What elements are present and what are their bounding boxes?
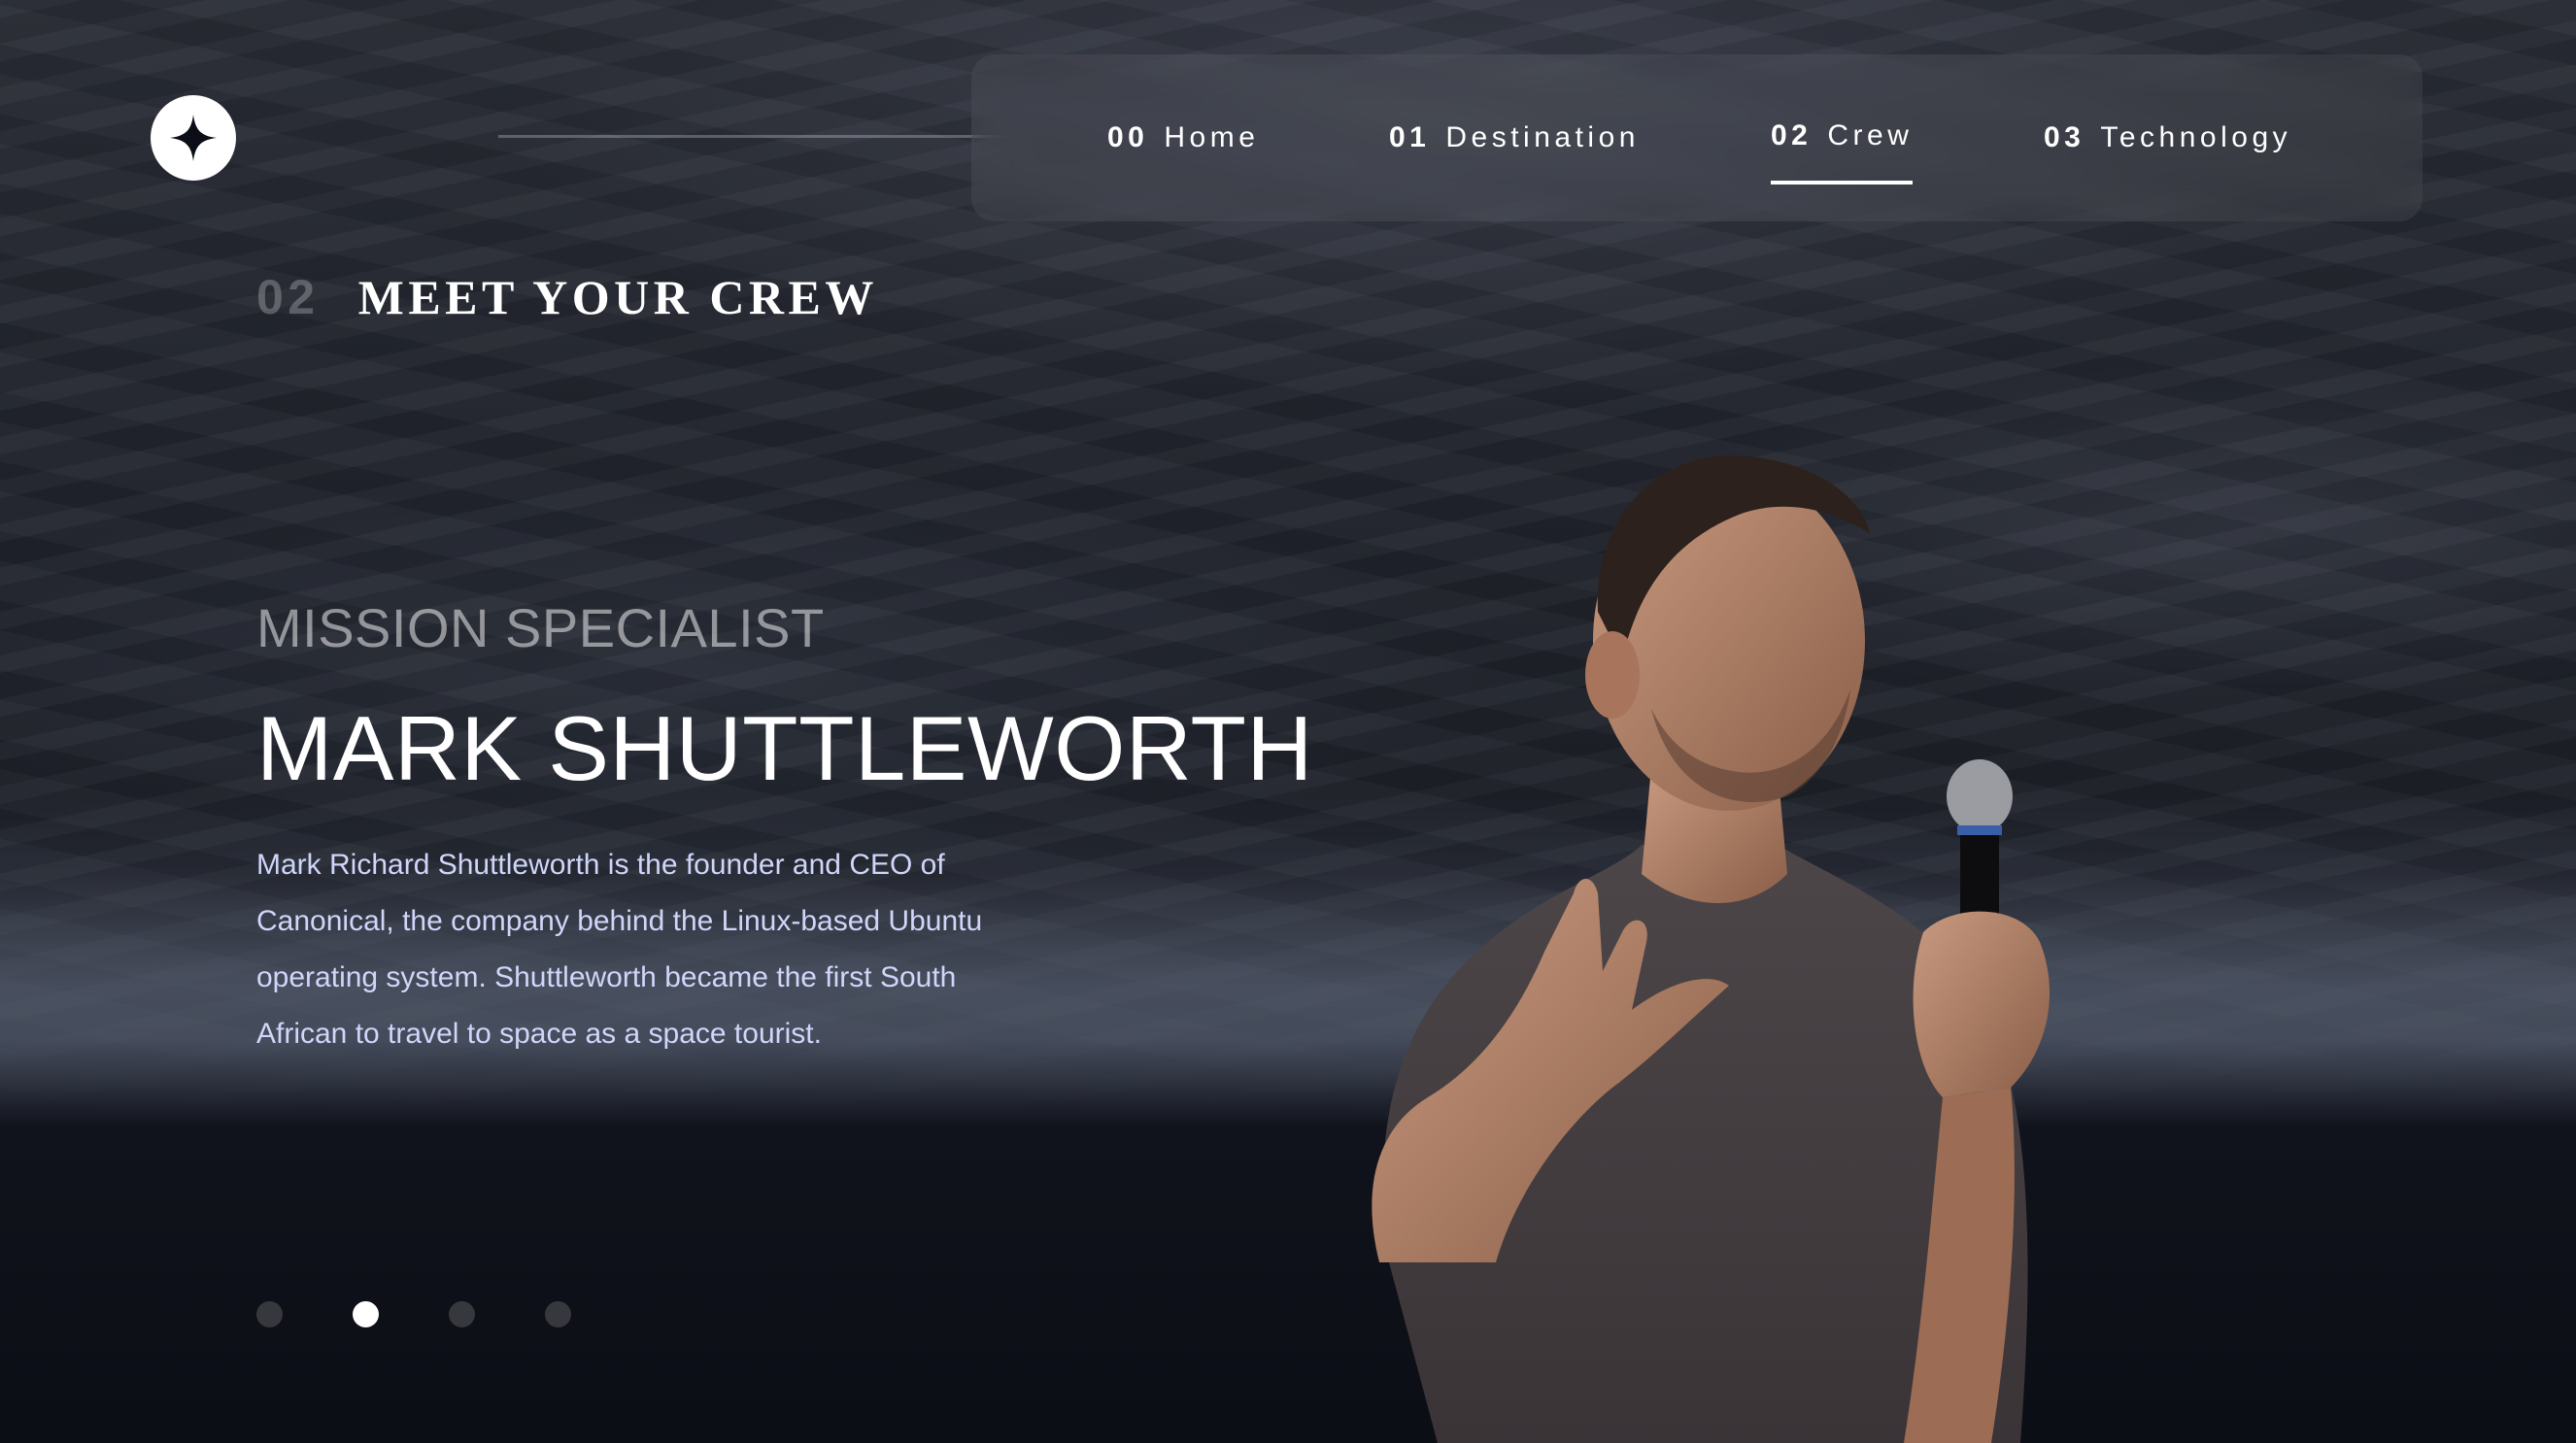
page-title-number: 02 [256, 270, 320, 324]
nav-item-technology[interactable]: 03 Technology [2044, 54, 2291, 221]
nav-item-label: Crew [1827, 119, 1914, 151]
crew-member-portrait [1372, 455, 2050, 1443]
page-title: 02 MEET YOUR CREW [256, 269, 878, 325]
four-point-star-icon [170, 115, 217, 161]
crew-role: MISSION SPECIALIST [256, 597, 825, 658]
nav-item-number: 02 [1771, 119, 1813, 151]
nav-item-crew[interactable]: 02 Crew [1771, 52, 1914, 219]
nav-item-destination[interactable]: 01 Destination [1389, 54, 1640, 221]
nav-item-number: 00 [1107, 121, 1149, 153]
primary-navigation: 00 Home 01 Destination 02 Crew 03 Techno… [971, 54, 2423, 221]
logo[interactable] [151, 95, 236, 181]
nav-item-number: 01 [1389, 121, 1431, 153]
page-title-text: MEET YOUR CREW [357, 270, 878, 324]
nav-item-label: Home [1164, 121, 1260, 153]
crew-bio: Mark Richard Shuttleworth is the founder… [256, 849, 983, 1050]
nav-item-home[interactable]: 00 Home [1107, 54, 1259, 221]
slider-dot-2[interactable] [353, 1301, 379, 1327]
nav-item-label: Technology [2100, 121, 2292, 153]
crew-name: MARK SHUTTLEWORTH [256, 697, 1313, 799]
nav-item-label: Destination [1445, 121, 1640, 153]
crew-slider-dots [256, 1301, 571, 1327]
slider-dot-4[interactable] [545, 1301, 571, 1327]
nav-item-number: 03 [2044, 121, 2085, 153]
slider-dot-3[interactable] [449, 1301, 475, 1327]
header-divider-line [498, 135, 1023, 138]
slider-dot-1[interactable] [256, 1301, 283, 1327]
